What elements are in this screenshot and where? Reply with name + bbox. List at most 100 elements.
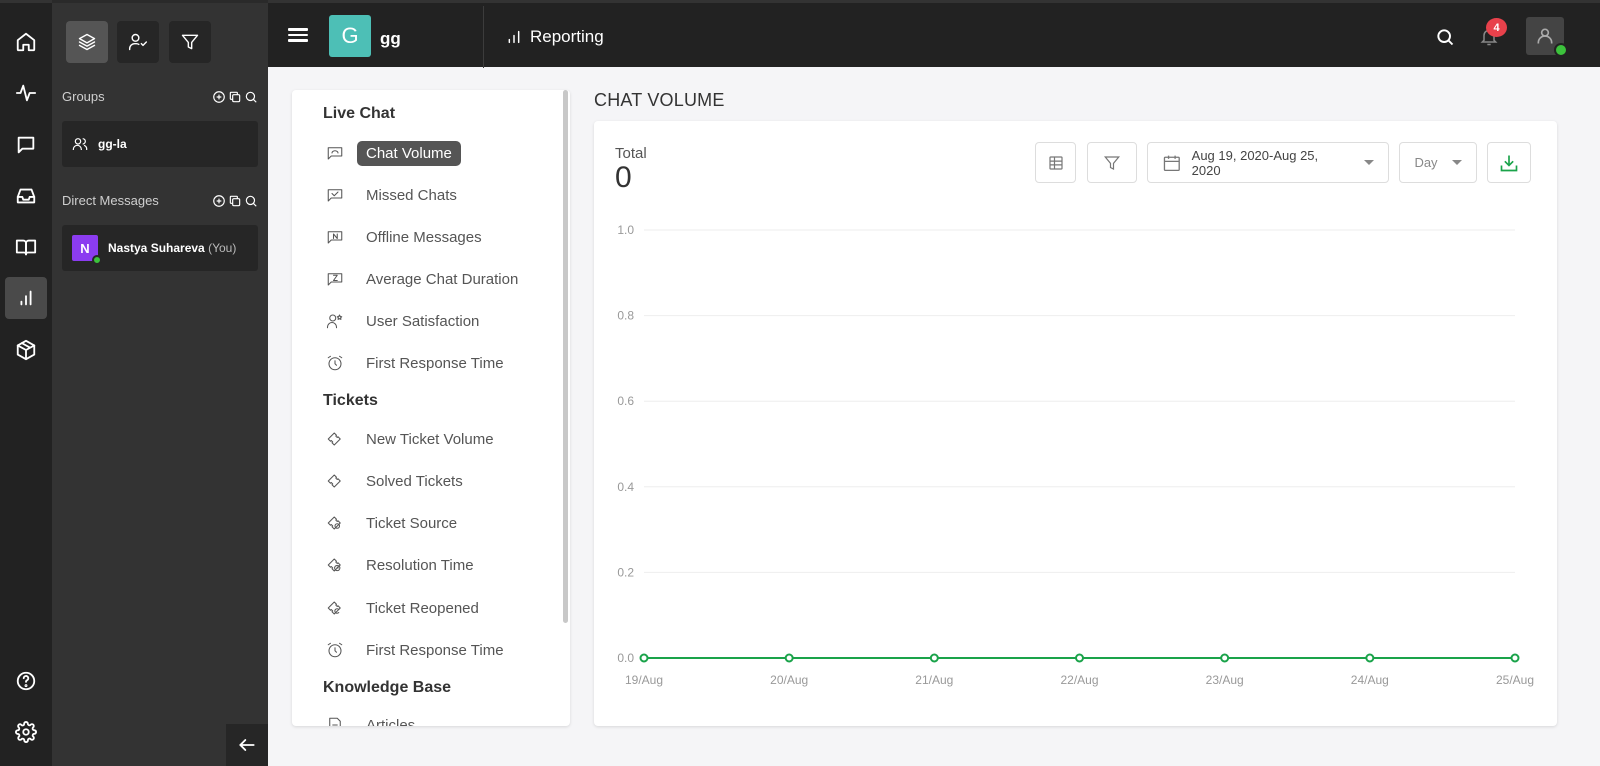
menu-item-label: Resolution Time [366,556,474,574]
rail-chat[interactable] [5,124,47,166]
dm-name: Nastya Suhareva [108,241,205,255]
download-icon [1500,155,1518,171]
table-view-button[interactable] [1035,142,1076,183]
menu-item-new-ticket-volume[interactable]: New Ticket Volume [324,424,503,454]
panel-tab-layers[interactable] [66,21,108,63]
gear-icon [15,721,37,743]
group-item[interactable]: gg-la [62,121,258,167]
download-button[interactable] [1487,142,1531,183]
rail-knowledge-base[interactable] [5,226,47,268]
rail-home[interactable] [5,21,47,63]
menu-scrollbar[interactable] [563,90,568,623]
menu-item-resolution-time[interactable]: Resolution Time [324,550,483,580]
bar-chart-icon [20,290,32,306]
total-label: Total [615,145,647,162]
rail-help[interactable] [5,660,47,702]
menu-item-label: New Ticket Volume [366,430,494,448]
x-tick-label: 25/Aug [1496,673,1534,687]
copy-icon[interactable] [228,90,242,104]
filter-icon [181,34,199,50]
user-icon [1537,28,1553,44]
x-tick-label: 19/Aug [625,673,663,687]
search-icon[interactable] [244,194,258,208]
avatar: N [72,235,102,265]
menu-section-knowledge-base: Knowledge Base [323,679,452,696]
granularity-select[interactable]: Day [1399,142,1477,183]
notifications-badge: 4 [1486,18,1507,37]
workspace-logo[interactable]: G [329,15,371,57]
article-icon [329,717,341,726]
menu-item-label: Ticket Source [366,514,458,532]
help-icon [16,671,36,691]
data-point[interactable] [1365,653,1375,663]
menu-item-first-response-time[interactable]: First Response Time [324,348,513,378]
ticket-source-icon [327,516,341,530]
x-tick-label: 23/Aug [1206,673,1244,687]
date-range-picker[interactable]: Aug 19, 2020-Aug 25, 2020 [1147,142,1389,183]
menu-item-offline-messages[interactable]: Offline Messages [324,222,491,252]
rail-settings[interactable] [5,711,47,753]
menu-item-ticket-reopened[interactable]: Ticket Reopened [324,593,488,623]
ticket-solved-icon [327,474,341,488]
online-status-dot [1554,43,1568,57]
menu-item-label: Missed Chats [366,186,457,204]
user-menu-button[interactable] [1526,17,1568,57]
add-circle-icon[interactable] [212,90,226,104]
rail-reporting[interactable] [5,277,47,319]
data-point[interactable] [1220,653,1230,663]
groups-label: Groups [62,89,105,104]
alarm-clock-icon [327,642,343,658]
menu-toggle-button[interactable] [288,25,308,45]
chart-card: Total 0 Aug 19, 2020-Aug 25, 2020 Day 0.… [594,121,1557,726]
menu-item-user-satisfaction[interactable]: User Satisfaction [324,306,488,336]
section-title: Reporting [506,27,604,47]
y-tick-label: 0.6 [617,394,634,408]
table-icon [1048,155,1063,170]
hourglass-chat-icon [327,273,343,286]
menu-item-chat-volume[interactable]: Chat Volume [324,138,461,168]
granularity-value: Day [1414,155,1438,170]
caret-down-icon [1364,160,1374,165]
report-title: CHAT VOLUME [594,90,725,110]
user-check-icon [128,33,148,51]
date-range-value: Aug 19, 2020-Aug 25, 2020 [1191,147,1319,178]
global-search-button[interactable] [1435,27,1455,52]
rail-activity[interactable] [5,72,47,114]
data-point[interactable] [1075,653,1084,663]
direct-messages-label: Direct Messages [62,193,159,208]
activity-icon [15,84,37,102]
menu-item-articles[interactable]: Articles [324,710,424,726]
add-circle-icon[interactable] [212,194,226,208]
menu-item-ticket-first-response-time[interactable]: First Response Time [324,635,513,665]
search-icon[interactable] [244,90,258,104]
rail-packages[interactable] [5,329,47,371]
panel-tab-filter[interactable] [169,21,211,63]
collapse-panel-button[interactable] [226,724,268,766]
ticket-new-icon [327,432,341,446]
data-point[interactable] [1510,653,1520,663]
report-menu: Live Chat Chat Volume Missed Chats Offli… [292,90,570,726]
menu-item-label: First Response Time [366,641,504,659]
data-point[interactable] [929,653,939,663]
menu-item-average-chat-duration[interactable]: Average Chat Duration [324,264,527,294]
rail-inbox[interactable] [5,175,47,217]
total-value: 0 [615,161,632,194]
menu-section-live-chat: Live Chat [323,105,396,122]
menu-item-ticket-source[interactable]: Ticket Source [324,508,466,538]
filter-button[interactable] [1087,142,1137,183]
copy-icon[interactable] [228,194,242,208]
ticket-reopen-icon [327,601,341,615]
panel-tab-assigned[interactable] [117,21,159,63]
menu-item-missed-chats[interactable]: Missed Chats [324,180,466,210]
y-tick-label: 0.4 [617,480,634,494]
layers-icon [78,33,96,51]
y-tick-label: 0.2 [617,565,634,579]
menu-item-label: Articles [366,716,416,727]
data-point[interactable] [784,653,794,663]
divider [483,6,484,68]
data-point[interactable] [639,653,649,663]
menu-item-solved-tickets[interactable]: Solved Tickets [324,466,472,496]
y-tick-label: 1.0 [617,223,634,237]
line-chart: 0.0 0.2 0.4 0.6 0.8 1.0 19/Aug 20/Aug 21/Aug 22/… [617,223,1534,687]
direct-message-item[interactable]: N Nastya Suhareva (You) [62,225,258,271]
